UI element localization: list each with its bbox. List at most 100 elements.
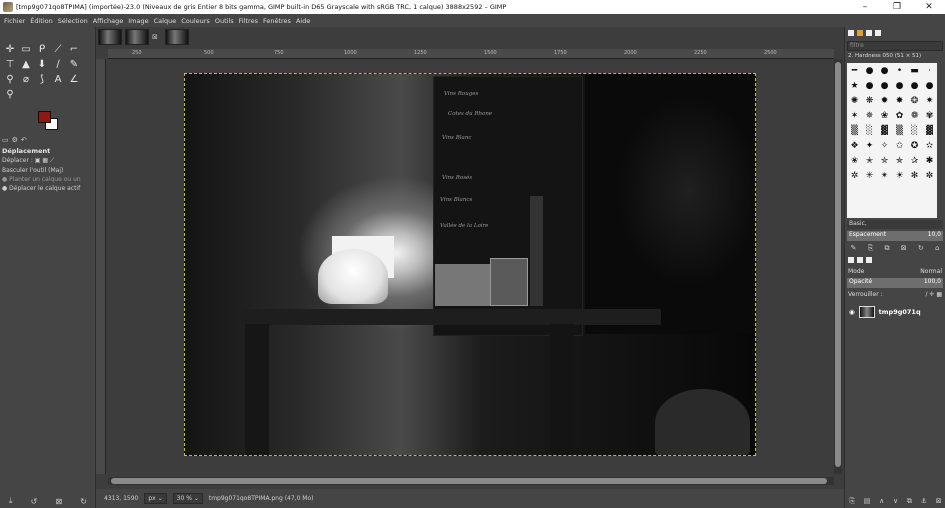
menu-outils[interactable]: Outils bbox=[215, 17, 234, 25]
menu-filtres[interactable]: Filtres bbox=[239, 17, 258, 25]
menu-calque[interactable]: Calque bbox=[154, 17, 177, 25]
anchor-icon[interactable]: ⚓ bbox=[921, 497, 927, 505]
clone-icon[interactable]: ⚲ bbox=[3, 73, 17, 86]
move-path-icon[interactable]: ⟋ bbox=[50, 157, 54, 164]
option-move-active-layer[interactable]: ● Déplacer le calque actif bbox=[2, 185, 95, 192]
lower-layer-icon[interactable]: ∨ bbox=[893, 497, 898, 505]
fuzzy-select-icon[interactable]: ⟋ bbox=[51, 43, 65, 56]
patterns-tab-icon[interactable] bbox=[857, 30, 863, 36]
delete-brush-icon[interactable]: ⊠ bbox=[901, 244, 907, 252]
documents-tab-icon[interactable] bbox=[875, 30, 881, 36]
photo-table bbox=[241, 309, 661, 325]
layer-item[interactable]: ◉ tmp9g071q bbox=[845, 304, 945, 319]
zoom-select[interactable]: 30 % ⌄ bbox=[172, 493, 203, 504]
eraser-icon[interactable]: ✎ bbox=[67, 58, 81, 71]
brush-item: · bbox=[928, 65, 931, 76]
layers-footer: ⎘ ▤ ∧ ∨ ⧉ ⚓ ⊠ bbox=[845, 494, 945, 508]
transform-icon[interactable]: ⊤ bbox=[3, 58, 17, 71]
brush-item: ✦ bbox=[865, 140, 874, 151]
bucket-icon[interactable]: ⬇ bbox=[35, 58, 49, 71]
menu-image[interactable]: Image bbox=[128, 17, 148, 25]
reset-options-icon[interactable]: ↻ bbox=[80, 497, 87, 506]
unit-select[interactable]: px ⌄ bbox=[144, 493, 167, 504]
brush-item: ✩ bbox=[895, 140, 904, 151]
color-swatches[interactable] bbox=[38, 111, 60, 131]
smudge-icon[interactable]: ⌀ bbox=[19, 73, 33, 86]
tool-options-tab-icon[interactable]: ▭ bbox=[2, 136, 9, 144]
maximize-button[interactable]: ❐ bbox=[881, 0, 913, 14]
raise-layer-icon[interactable]: ∧ bbox=[879, 497, 884, 505]
save-options-icon[interactable]: ⤓ bbox=[9, 496, 13, 506]
undo-history-tab-icon[interactable]: ↶ bbox=[21, 136, 27, 144]
move-layer-icon[interactable]: ▣ bbox=[35, 157, 41, 164]
crop-icon[interactable]: ⌐ bbox=[67, 43, 81, 56]
refresh-brush-icon[interactable]: ↻ bbox=[918, 244, 924, 252]
layer-group-icon[interactable]: ▤ bbox=[864, 497, 871, 505]
fonts-tab-icon[interactable] bbox=[866, 30, 872, 36]
paths-icon[interactable]: ⟆ bbox=[35, 73, 49, 86]
warp-icon[interactable]: ▲ bbox=[19, 58, 33, 71]
menu-edition[interactable]: Édition bbox=[30, 17, 53, 25]
horizontal-scrollbar[interactable] bbox=[108, 477, 834, 485]
brush-name: 2. Hardness 050 (51 × 51) bbox=[848, 53, 922, 59]
minimize-button[interactable]: – bbox=[849, 0, 881, 14]
menu-aide[interactable]: Aide bbox=[296, 17, 310, 25]
edit-brush-icon[interactable]: ✎ bbox=[851, 244, 857, 252]
eye-icon[interactable]: ◉ bbox=[849, 308, 855, 316]
image-canvas[interactable]: Vins Rouges Cotes du Rhone Vins Blanc Vi… bbox=[184, 73, 756, 456]
menu-selection[interactable]: Sélection bbox=[58, 17, 88, 25]
menu-fichier[interactable]: Fichier bbox=[4, 17, 25, 25]
move-selection-icon[interactable]: ▦ bbox=[42, 157, 48, 164]
new-brush-icon[interactable]: ⎘ bbox=[868, 244, 874, 253]
foreground-color[interactable] bbox=[38, 111, 51, 123]
vertical-scrollbar[interactable] bbox=[834, 59, 842, 474]
scrollbar-thumb[interactable] bbox=[835, 62, 841, 467]
measure-icon[interactable]: ∠ bbox=[67, 73, 81, 86]
mode-row[interactable]: Mode Normal bbox=[845, 266, 945, 277]
option-pick-layer[interactable]: ● Planter un calque ou un bbox=[2, 176, 95, 183]
delete-options-icon[interactable]: ⊠ bbox=[55, 497, 62, 506]
move-tool-icon[interactable]: ✛ bbox=[3, 43, 17, 56]
zoom-icon[interactable]: ⚲ bbox=[3, 88, 17, 101]
brush-item: ✱ bbox=[925, 155, 934, 166]
new-layer-icon[interactable]: ⎘ bbox=[849, 497, 855, 506]
lasso-icon[interactable]: ᑭ bbox=[35, 43, 49, 56]
close-button[interactable]: ✕ bbox=[913, 0, 945, 14]
brush-preset-select[interactable]: Basic, bbox=[847, 220, 943, 229]
brush-item: ▓ bbox=[881, 125, 888, 136]
brushes-tab-icon[interactable] bbox=[848, 30, 854, 36]
duplicate-brush-icon[interactable]: ⧉ bbox=[885, 244, 890, 253]
opacity-slider[interactable]: Opacité 100,0 bbox=[847, 278, 943, 288]
text-tool-icon[interactable]: A bbox=[51, 73, 65, 86]
duplicate-layer-icon[interactable]: ⧉ bbox=[907, 497, 912, 506]
ruler-tick: 2000 bbox=[624, 50, 637, 56]
image-tab-thumbnail[interactable] bbox=[125, 29, 149, 45]
channels-tab-icon[interactable] bbox=[857, 257, 863, 263]
restore-options-icon[interactable]: ↺ bbox=[31, 497, 38, 506]
lock-icons[interactable]: ∕ ✛ ▦ bbox=[925, 291, 942, 298]
image-tab-thumbnail[interactable] bbox=[165, 29, 189, 45]
layer-name[interactable]: tmp9g071q bbox=[879, 308, 921, 316]
toolbox: ✛ ▭ ᑭ ⟋ ⌐ ⊤ ▲ ⬇ ∕ ✎ ⚲ ⌀ ⟆ A ∠ ⚲ bbox=[3, 43, 95, 103]
menu-fenetres[interactable]: Fenêtres bbox=[263, 17, 291, 25]
delete-layer-icon[interactable]: ⊠ bbox=[936, 497, 942, 505]
device-status-tab-icon[interactable]: ⚙ bbox=[12, 136, 18, 144]
lock-row: Verrouiller : ∕ ✛ ▦ bbox=[848, 291, 942, 298]
brush-grid[interactable]: ━ ● ● • ▬ · ★ ● ● ● ● ● ✺ ❋ ✹ ✸ ❂ ✷ ✶ ✵ ❀ ✿ ❁ ✾ ▒ ░ ▓ ▒ ░ ▓ ❖ ✦ ✧ ✩ ✪… bbox=[847, 63, 937, 218]
layers-tab-icon[interactable] bbox=[848, 257, 854, 263]
rect-select-icon[interactable]: ▭ bbox=[19, 43, 33, 56]
menu-affichage[interactable]: Affichage bbox=[93, 17, 124, 25]
brush-filter-input[interactable]: filtre bbox=[847, 41, 943, 51]
image-tab-thumbnail[interactable] bbox=[98, 29, 122, 45]
menu-couleurs[interactable]: Couleurs bbox=[181, 17, 210, 25]
brush-item: ✾ bbox=[925, 110, 934, 121]
brush-item: ✪ bbox=[910, 140, 919, 151]
paths-tab-icon[interactable] bbox=[866, 257, 872, 263]
open-brush-icon[interactable]: ⌂ bbox=[935, 244, 939, 252]
brush-item: ✮ bbox=[880, 155, 889, 166]
spacing-slider[interactable]: Espacement 10,0 bbox=[847, 231, 943, 241]
paintbrush-icon[interactable]: ∕ bbox=[51, 58, 65, 71]
tab-close-icon[interactable]: ⊠ bbox=[152, 29, 162, 45]
scrollbar-thumb[interactable] bbox=[111, 478, 827, 484]
vertical-ruler bbox=[96, 59, 106, 474]
